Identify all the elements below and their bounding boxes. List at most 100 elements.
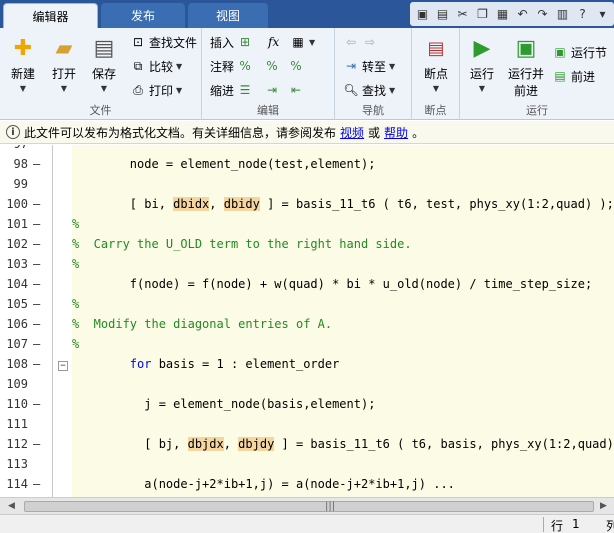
ribbon: ✚ 新建 ▼ ▰ 打开 ▼ ▤ 保存 ▼ ⊡ 查找文件 ⧉ 比较 ▼ ⎙ 打印 ▼ — [0, 28, 614, 120]
breakpoint-marker[interactable]: – — [33, 217, 40, 231]
code-line[interactable]: 114– a(node-j+2*ib+1,j) = a(node-j+2*ib+… — [0, 477, 614, 497]
goto-button[interactable]: ⇥ 转至 ▼ — [343, 56, 395, 76]
save-button[interactable]: ▤ 保存 ▼ — [86, 34, 122, 94]
line-number: 112 — [6, 437, 28, 451]
breakpoint-marker[interactable]: – — [33, 197, 40, 211]
copy-icon[interactable]: ❐ — [474, 6, 491, 23]
save-icon: ▤ — [93, 35, 115, 61]
search-icon: 🔍︎ — [343, 83, 359, 97]
line-number: 98 — [13, 157, 28, 171]
fx-button[interactable]: fx — [268, 32, 279, 52]
cut-icon[interactable]: ✂ — [454, 6, 471, 23]
line-number: 100 — [6, 197, 28, 211]
run-section-button[interactable]: ▣ 运行节 — [552, 42, 607, 62]
code-line[interactable]: 106– % Modify the diagonal entries of A. — [0, 317, 614, 337]
paste-icon[interactable]: ▦ — [494, 6, 511, 23]
code-line[interactable]: 108– − for basis = 1 : element_order — [0, 357, 614, 377]
tab-publish[interactable]: 发布 — [101, 3, 185, 28]
help-link[interactable]: 帮助 — [384, 124, 408, 141]
code-line[interactable]: 103–% — [0, 257, 614, 277]
insert-text-button[interactable]: ▦ ▼ — [290, 32, 315, 52]
undo-icon[interactable]: ↶ — [514, 6, 531, 23]
tab-view[interactable]: 视图 — [188, 3, 268, 28]
dropdown-icon[interactable]: ▾ — [594, 6, 611, 23]
code-line[interactable]: 100– [ bi, dbidx, dbidy ] = basis_11_t6 … — [0, 197, 614, 217]
insert-button[interactable]: 插入 ⊞ — [210, 32, 253, 52]
insert-section-icon: ⊞ — [239, 35, 251, 49]
code-line[interactable]: 109 — [0, 377, 614, 397]
help-icon[interactable]: ? — [574, 6, 591, 23]
decrease-indent-button[interactable]: ⇤ — [288, 80, 304, 100]
line-number: 99 — [13, 177, 28, 191]
chevron-down-icon: ▼ — [176, 61, 183, 71]
switch-windows-icon[interactable]: ▥ — [554, 6, 571, 23]
fold-icon[interactable]: − — [58, 361, 68, 371]
info-icon: i — [6, 125, 20, 139]
status-separator — [543, 517, 544, 532]
new-button[interactable]: ✚ 新建 ▼ — [5, 34, 41, 94]
find-label: 查找 — [362, 83, 387, 98]
increase-indent-button[interactable]: ⇥ — [264, 80, 280, 100]
code-line[interactable]: 101–% — [0, 217, 614, 237]
code-line[interactable]: 111 — [0, 417, 614, 437]
new-script-icon[interactable]: ▣ — [414, 6, 431, 23]
breakpoint-marker[interactable]: – — [33, 397, 40, 411]
wrap-comments-button[interactable]: % — [288, 56, 304, 76]
video-link[interactable]: 视频 — [340, 124, 364, 141]
code-line[interactable]: 98– node = element_node(test,element); — [0, 157, 614, 177]
scroll-left-icon[interactable]: ◀ — [8, 501, 15, 511]
horizontal-scrollbar[interactable]: ◀ ||| ▶ — [0, 497, 614, 514]
breakpoint-marker[interactable]: – — [33, 477, 40, 491]
code-line[interactable]: 105–% — [0, 297, 614, 317]
info-end: 。 — [412, 125, 425, 140]
find-files-button[interactable]: ⊡ 查找文件 — [130, 32, 197, 52]
breakpoint-marker[interactable]: – — [33, 277, 40, 291]
breakpoint-marker[interactable]: – — [33, 317, 40, 331]
breakpoint-marker[interactable]: – — [33, 237, 40, 251]
quick-access-toolbar: ▣ ▤ ✂ ❐ ▦ ↶ ↷ ▥ ? ▾ — [410, 2, 614, 26]
breakpoint-marker[interactable]: – — [33, 297, 40, 311]
run-button[interactable]: ▶ 运行 ▼ — [464, 34, 500, 94]
advance-button[interactable]: ▤ 前进 — [552, 66, 595, 86]
indent-button[interactable]: 缩进 ☰ — [210, 80, 253, 100]
breakpoint-marker[interactable]: – — [33, 337, 40, 351]
find-button[interactable]: 🔍︎ 查找 ▼ — [343, 80, 395, 100]
open-button[interactable]: ▰ 打开 ▼ — [46, 34, 82, 94]
publish-info-bar: i 此文件可以发布为格式化文档。有关详细信息，请参阅发布 视频 或 帮助 。 — [0, 121, 614, 144]
compare-button[interactable]: ⧉ 比较 ▼ — [130, 56, 182, 76]
code-line[interactable]: 107–% — [0, 337, 614, 357]
scrollbar-thumb[interactable]: ||| — [24, 501, 594, 512]
redo-icon[interactable]: ↷ — [534, 6, 551, 23]
code-line[interactable]: 99 — [0, 177, 614, 197]
save-label: 保存 — [91, 67, 116, 81]
code-line[interactable]: 104– f(node) = f(node) + w(quad) * bi * … — [0, 277, 614, 297]
compare-label: 比较 — [149, 59, 174, 74]
tab-editor[interactable]: 编辑器 — [3, 3, 98, 28]
decrease-indent-icon: ⇤ — [290, 83, 302, 97]
comment-button[interactable]: 注释 % — [210, 56, 253, 76]
code-editor[interactable]: 9798– node = element_node(test,element);… — [0, 145, 614, 497]
run-and-advance-button[interactable]: ▣ 运行并 前进 — [504, 34, 548, 99]
breakpoints-button[interactable]: ▤ 断点 ▼ — [418, 34, 454, 94]
back-button[interactable]: ⇦ ⇨ — [343, 32, 378, 52]
code-line[interactable]: 110– j = element_node(basis,element); — [0, 397, 614, 417]
run-section-label: 运行节 — [571, 45, 608, 60]
code-line[interactable]: 102– % Carry the U_OLD term to the right … — [0, 237, 614, 257]
save-icon[interactable]: ▤ — [434, 6, 451, 23]
uncomment-button[interactable]: % — [264, 56, 280, 76]
print-button[interactable]: ⎙ 打印 ▼ — [130, 80, 182, 100]
breakpoint-marker[interactable]: – — [33, 437, 40, 451]
breakpoint-marker[interactable]: – — [33, 357, 40, 371]
increase-indent-icon: ⇥ — [266, 83, 278, 97]
chevron-down-icon: ▼ — [60, 84, 68, 93]
breakpoint-marker[interactable]: – — [33, 257, 40, 271]
code-text: [ bi, dbidx, dbidy ] = basis_11_t6 ( t6,… — [72, 197, 614, 211]
scroll-right-icon[interactable]: ▶ — [600, 501, 607, 511]
code-line[interactable]: 113 — [0, 457, 614, 477]
code-text: node = element_node(test,element); — [72, 157, 376, 171]
line-number: 108 — [6, 357, 28, 371]
code-line[interactable]: 97 — [0, 145, 614, 157]
code-line[interactable]: 112– [ bj, dbjdx, dbjdy ] = basis_11_t6 … — [0, 437, 614, 457]
code-text: j = element_node(basis,element); — [72, 397, 376, 411]
breakpoint-marker[interactable]: – — [33, 157, 40, 171]
